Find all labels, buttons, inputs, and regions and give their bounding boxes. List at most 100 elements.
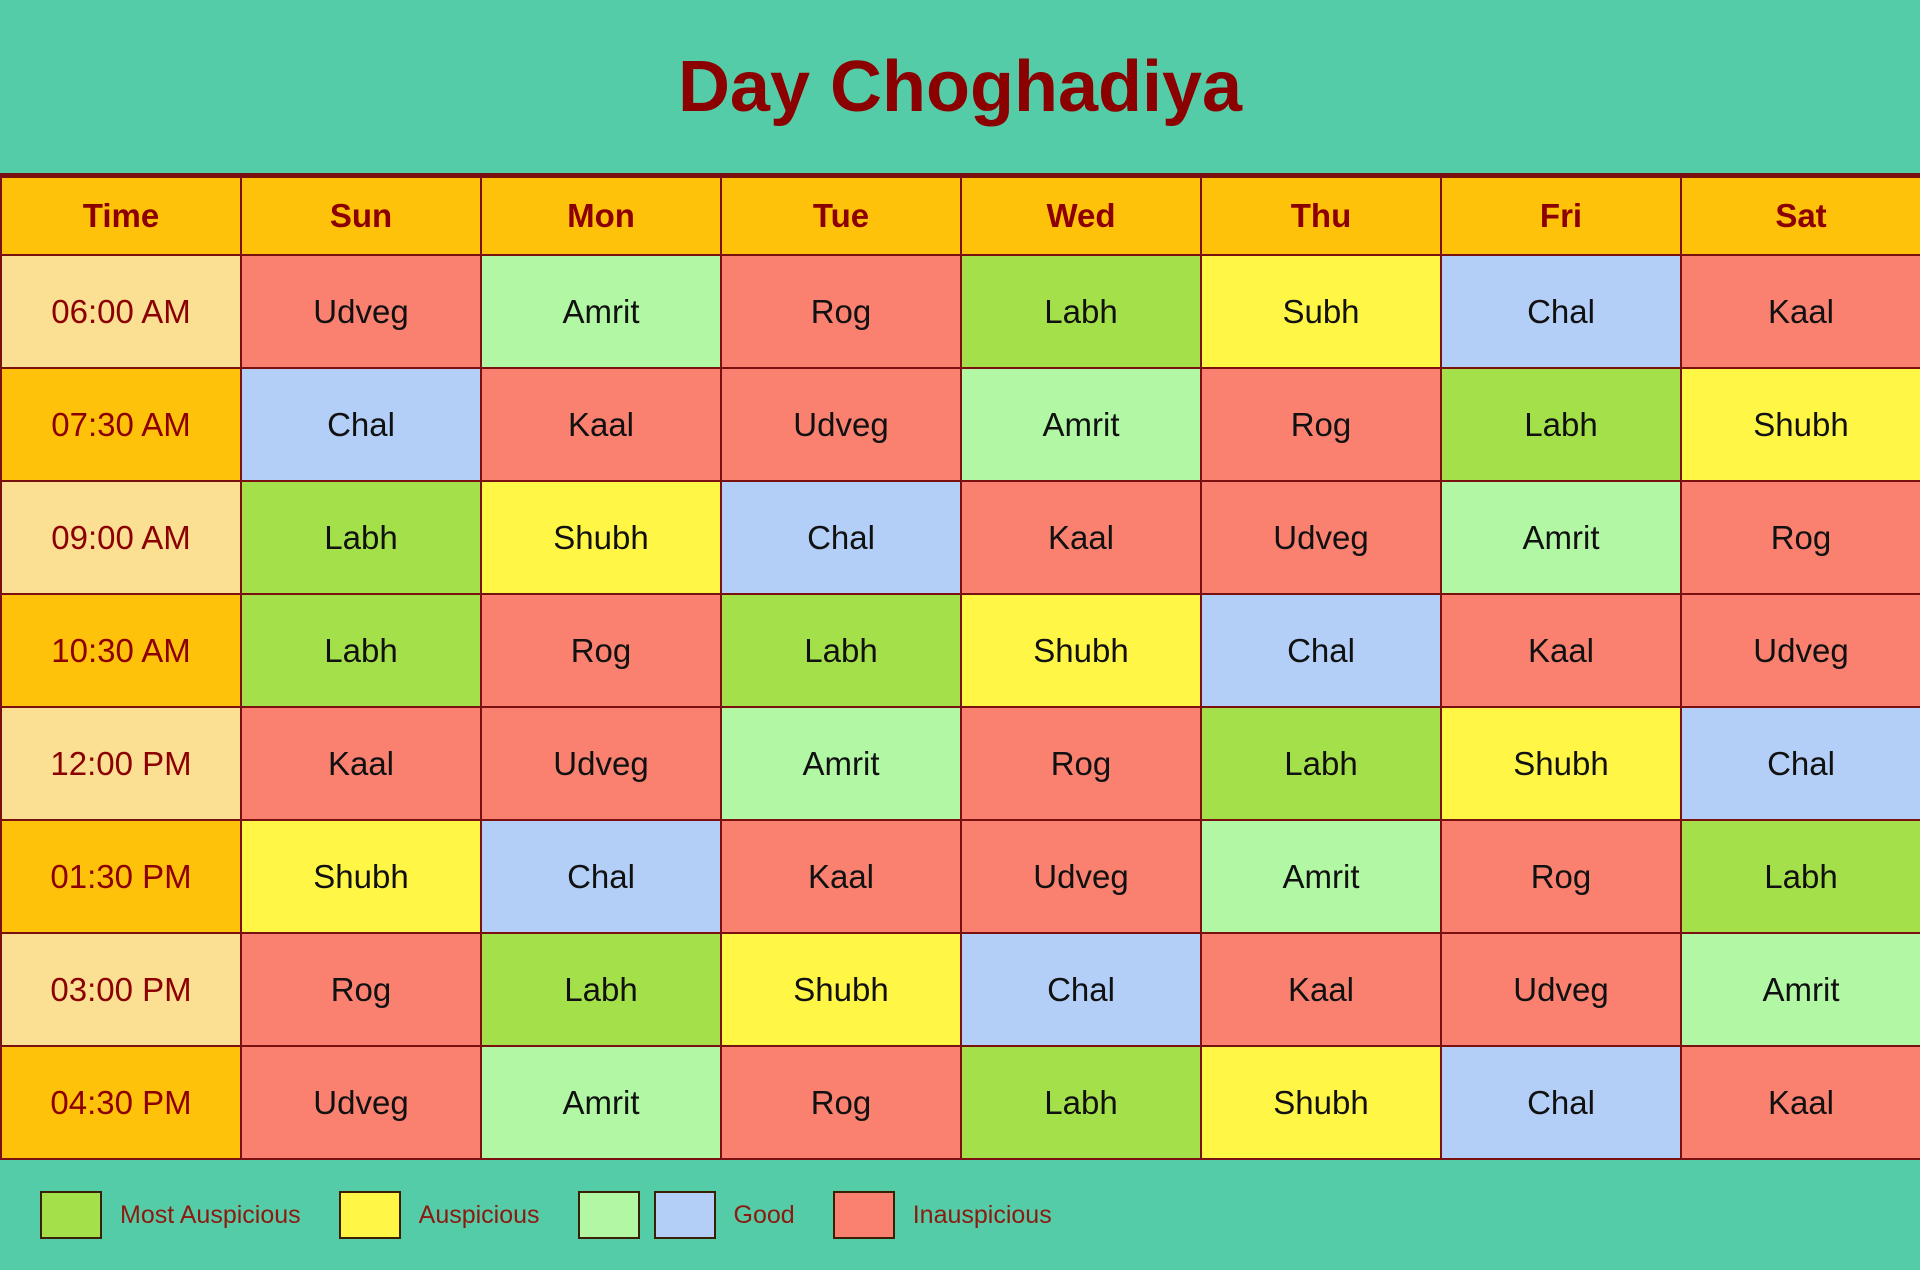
page-title: Day Choghadiya xyxy=(677,46,1243,127)
choghadiya-cell: Rog xyxy=(1200,367,1442,482)
table-row: 07:30 AM Chal Kaal Udveg Amrit Rog Labh Shubh xyxy=(0,367,1920,482)
choghadiya-page: Day Choghadiya Time Sun Mon Tue Wed Thu Fri Sat… xyxy=(0,0,1920,1270)
column-header-time: Time xyxy=(0,176,242,256)
choghadiya-cell: Chal xyxy=(1200,593,1442,708)
choghadiya-cell: Shubh xyxy=(240,819,482,934)
choghadiya-cell: Chal xyxy=(240,367,482,482)
column-header-mon: Mon xyxy=(480,176,722,256)
choghadiya-cell: Rog xyxy=(1440,819,1682,934)
choghadiya-cell: Udveg xyxy=(1200,480,1442,595)
legend-item: Inauspicious xyxy=(832,1191,1090,1239)
choghadiya-cell: Udveg xyxy=(960,819,1202,934)
choghadiya-cell: Rog xyxy=(720,254,962,369)
time-cell: 09:00 AM xyxy=(0,480,242,595)
choghadiya-cell: Rog xyxy=(960,706,1202,821)
choghadiya-cell: Amrit xyxy=(1440,480,1682,595)
table-row: 04:30 PM Udveg Amrit Rog Labh Shubh Chal Kaal xyxy=(0,1045,1920,1160)
legend-item: Auspicious xyxy=(338,1191,578,1239)
choghadiya-cell: Rog xyxy=(480,593,722,708)
table-row: 06:00 AM Udveg Amrit Rog Labh Subh Chal Kaal xyxy=(0,254,1920,369)
choghadiya-cell: Labh xyxy=(1200,706,1442,821)
choghadiya-cell: Subh xyxy=(1200,254,1442,369)
legend: Most Auspicious Auspicious Good Inauspiciou… xyxy=(0,1160,1920,1270)
choghadiya-cell: Labh xyxy=(480,932,722,1047)
choghadiya-cell: Kaal xyxy=(240,706,482,821)
choghadiya-cell: Udveg xyxy=(240,254,482,369)
choghadiya-cell: Labh xyxy=(240,593,482,708)
column-header-sat: Sat xyxy=(1680,176,1920,256)
table-body: 06:00 AM Udveg Amrit Rog Labh Subh Chal Kaal 07:… xyxy=(0,254,1920,1160)
legend-swatch xyxy=(338,1191,401,1239)
legend-swatch xyxy=(653,1191,716,1239)
choghadiya-cell: Udveg xyxy=(1440,932,1682,1047)
choghadiya-cell: Kaal xyxy=(960,480,1202,595)
title-banner: Day Choghadiya xyxy=(0,0,1920,176)
table-row: 03:00 PM Rog Labh Shubh Chal Kaal Udveg Amrit xyxy=(0,932,1920,1047)
legend-item: Most Auspicious xyxy=(40,1191,339,1239)
choghadiya-cell: Shubh xyxy=(480,480,722,595)
column-header-wed: Wed xyxy=(960,176,1202,256)
legend-swatch xyxy=(577,1191,640,1239)
choghadiya-cell: Udveg xyxy=(1680,593,1920,708)
choghadiya-cell: Udveg xyxy=(720,367,962,482)
choghadiya-cell: Chal xyxy=(960,932,1202,1047)
choghadiya-cell: Kaal xyxy=(1440,593,1682,708)
column-header-fri: Fri xyxy=(1440,176,1682,256)
choghadiya-cell: Shubh xyxy=(960,593,1202,708)
choghadiya-table: Time Sun Mon Tue Wed Thu Fri Sat 06:00 AM Udveg A… xyxy=(0,176,1920,1160)
choghadiya-cell: Amrit xyxy=(960,367,1202,482)
table-row: 01:30 PM Shubh Chal Kaal Udveg Amrit Rog Labh xyxy=(0,819,1920,934)
choghadiya-cell: Shubh xyxy=(1440,706,1682,821)
legend-label: Most Auspicious xyxy=(120,1200,301,1229)
table-header: Time Sun Mon Tue Wed Thu Fri Sat xyxy=(0,176,1920,256)
choghadiya-cell: Labh xyxy=(960,254,1202,369)
choghadiya-cell: Labh xyxy=(1680,819,1920,934)
column-header-tue: Tue xyxy=(720,176,962,256)
choghadiya-cell: Amrit xyxy=(1680,932,1920,1047)
legend-label: Inauspicious xyxy=(912,1200,1052,1229)
time-cell: 10:30 AM xyxy=(0,593,242,708)
choghadiya-cell: Chal xyxy=(1680,706,1920,821)
choghadiya-cell: Kaal xyxy=(720,819,962,934)
choghadiya-cell: Rog xyxy=(1680,480,1920,595)
choghadiya-cell: Chal xyxy=(720,480,962,595)
choghadiya-cell: Chal xyxy=(1440,1045,1682,1160)
column-header-sun: Sun xyxy=(240,176,482,256)
table-row: 10:30 AM Labh Rog Labh Shubh Chal Kaal Udveg xyxy=(0,593,1920,708)
choghadiya-cell: Rog xyxy=(240,932,482,1047)
table-header-row: Time Sun Mon Tue Wed Thu Fri Sat xyxy=(0,176,1920,256)
choghadiya-cell: Shubh xyxy=(720,932,962,1047)
choghadiya-cell: Udveg xyxy=(480,706,722,821)
choghadiya-cell: Shubh xyxy=(1680,367,1920,482)
choghadiya-table-wrapper: Time Sun Mon Tue Wed Thu Fri Sat 06:00 AM Udveg A… xyxy=(0,176,1920,1160)
table-row: 09:00 AM Labh Shubh Chal Kaal Udveg Amrit Rog xyxy=(0,480,1920,595)
time-cell: 04:30 PM xyxy=(0,1045,242,1160)
choghadiya-cell: Amrit xyxy=(1200,819,1442,934)
choghadiya-cell: Kaal xyxy=(480,367,722,482)
choghadiya-cell: Labh xyxy=(960,1045,1202,1160)
time-cell: 12:00 PM xyxy=(0,706,242,821)
choghadiya-cell: Kaal xyxy=(1680,254,1920,369)
choghadiya-cell: Amrit xyxy=(720,706,962,821)
time-cell: 07:30 AM xyxy=(0,367,242,482)
choghadiya-cell: Udveg xyxy=(240,1045,482,1160)
choghadiya-cell: Chal xyxy=(480,819,722,934)
choghadiya-cell: Chal xyxy=(1440,254,1682,369)
legend-label: Auspicious xyxy=(418,1200,540,1229)
choghadiya-cell: Shubh xyxy=(1200,1045,1442,1160)
legend-swatch xyxy=(40,1191,102,1239)
legend-label: Good xyxy=(733,1200,795,1229)
time-cell: 06:00 AM xyxy=(0,254,242,369)
choghadiya-cell: Labh xyxy=(240,480,482,595)
choghadiya-cell: Labh xyxy=(720,593,962,708)
choghadiya-cell: Kaal xyxy=(1680,1045,1920,1160)
column-header-thu: Thu xyxy=(1200,176,1442,256)
choghadiya-cell: Labh xyxy=(1440,367,1682,482)
choghadiya-cell: Amrit xyxy=(480,1045,722,1160)
legend-item: Good xyxy=(577,1191,833,1239)
table-row: 12:00 PM Kaal Udveg Amrit Rog Labh Shubh Chal xyxy=(0,706,1920,821)
choghadiya-cell: Kaal xyxy=(1200,932,1442,1047)
choghadiya-cell: Amrit xyxy=(480,254,722,369)
choghadiya-cell: Rog xyxy=(720,1045,962,1160)
legend-swatch xyxy=(832,1191,895,1239)
